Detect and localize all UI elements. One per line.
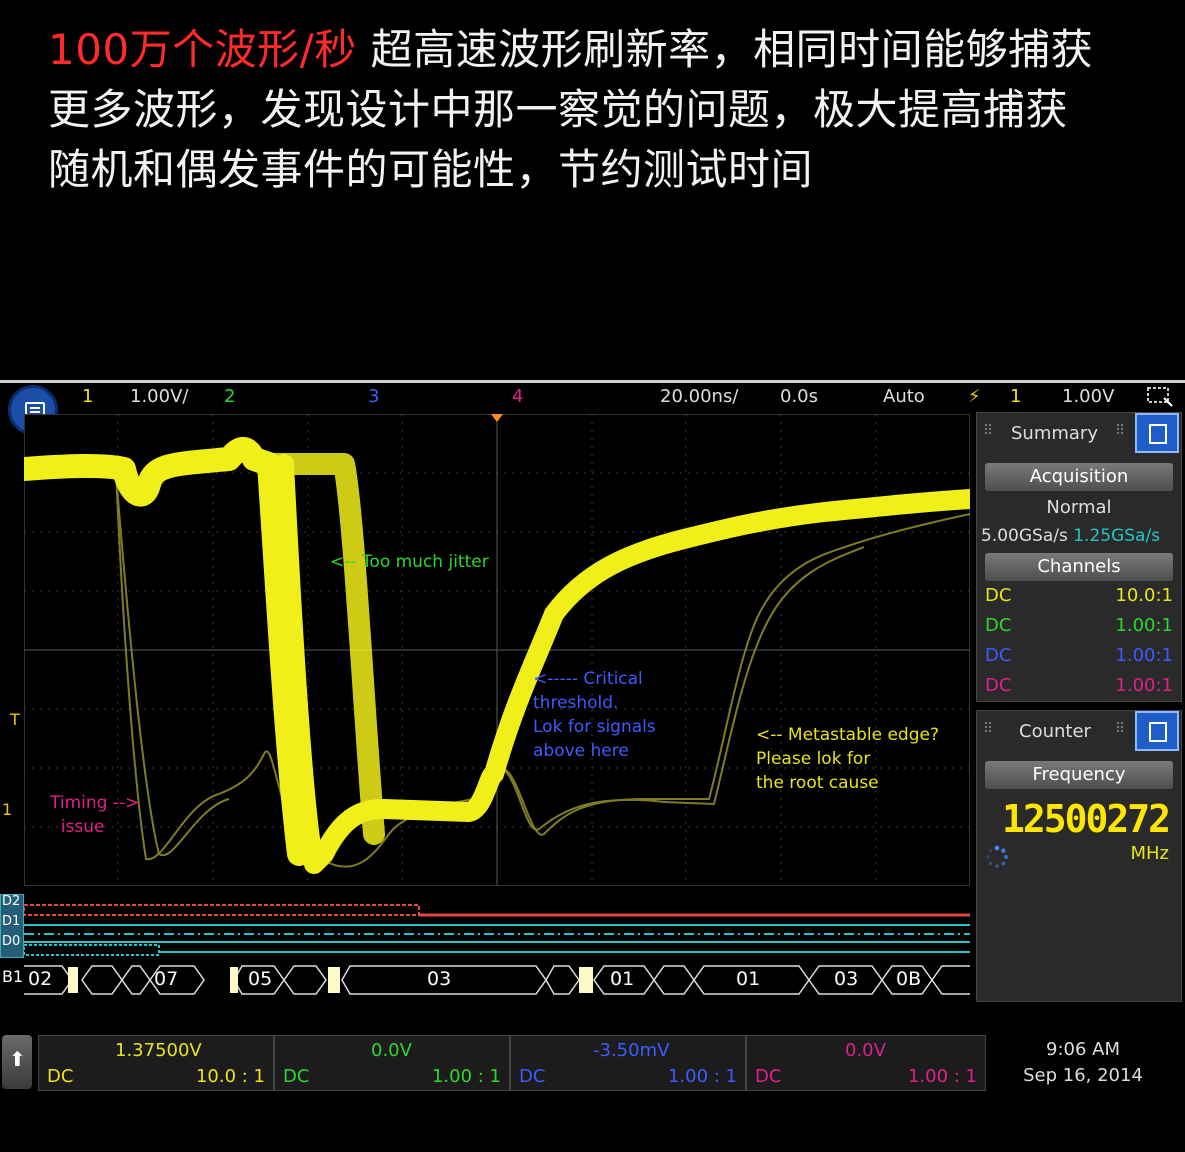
trigger-mode[interactable]: Auto bbox=[883, 386, 925, 407]
channel-probe-ratio: 10.0:1 bbox=[1115, 585, 1173, 606]
menu-icon bbox=[1149, 722, 1167, 742]
horizontal-delay[interactable]: 0.0s bbox=[780, 386, 818, 407]
bus-value: 03 bbox=[834, 968, 859, 990]
channel-coupling: DC bbox=[985, 675, 1012, 696]
waveform-graticule bbox=[24, 414, 970, 886]
channel-probe-ratio: 1.00 : 1 bbox=[667, 1066, 737, 1087]
ch2-settings[interactable]: 0.0V DC 1.00 : 1 bbox=[274, 1035, 510, 1091]
annotation-critical-threshold: <----- Critical threshold. Lok for signa… bbox=[533, 669, 656, 761]
digital-label-d1: D1 bbox=[2, 914, 21, 929]
headline-line-3: 随机和偶发事件的可能性，节约测试时间 bbox=[48, 145, 814, 194]
sample-rate-current: 1.25GSa/s bbox=[1073, 526, 1161, 546]
channel-probe-ratio: 1.00 : 1 bbox=[431, 1066, 501, 1087]
drag-handle-icon[interactable]: ⠿ bbox=[983, 721, 993, 737]
headline: 100万个波形/秒 超高速波形刷新率，相同时间能够捕获 更多波形，发现设计中那一… bbox=[48, 20, 1158, 200]
summary-title: Summary bbox=[1011, 423, 1098, 444]
sample-rate-max: 5.00GSa/s bbox=[981, 526, 1068, 546]
digital-traces bbox=[24, 904, 970, 956]
counter-menu-button[interactable] bbox=[1135, 711, 1179, 751]
bus-value: 0B bbox=[896, 968, 922, 990]
drag-handle-icon[interactable]: ⠿ bbox=[983, 423, 993, 439]
ch1-scale[interactable]: 1.00V/ bbox=[130, 386, 188, 407]
bus-value: 05 bbox=[248, 968, 273, 990]
ch1-settings[interactable]: 1.37500V DC 10.0 : 1 bbox=[38, 1035, 274, 1091]
digital-label-d2: D2 bbox=[2, 894, 21, 909]
channel-offset: -3.50mV bbox=[593, 1040, 670, 1061]
counter-panel: ⠿ Counter ⠿ Frequency 12500272 MHz bbox=[976, 710, 1182, 1002]
trigger-source[interactable]: 1 bbox=[1010, 386, 1021, 407]
ch4-settings[interactable]: 0.0V DC 1.00 : 1 bbox=[746, 1035, 986, 1091]
bus-value: 03 bbox=[427, 968, 452, 990]
counter-title: Counter bbox=[1019, 721, 1091, 742]
channel-probe-ratio: 1.00 : 1 bbox=[907, 1066, 977, 1087]
channel-probe-ratio: 1.00:1 bbox=[1115, 615, 1173, 636]
trigger-level-marker[interactable]: T bbox=[10, 710, 20, 729]
bus-value: 01 bbox=[610, 968, 635, 990]
frequency-unit: MHz bbox=[1130, 843, 1169, 864]
channel-offset: 0.0V bbox=[371, 1040, 412, 1061]
ch4-number[interactable]: 4 bbox=[512, 386, 523, 407]
screen-top-border bbox=[0, 380, 1185, 383]
channel-coupling: DC bbox=[985, 645, 1012, 666]
headline-line-1-text: 超高速波形刷新率，相同时间能够捕获 bbox=[356, 25, 1094, 74]
summary-panel: ⠿ Summary ⠿ Acquisition Normal 5.00GSa/s… bbox=[976, 412, 1182, 702]
timebase-scale[interactable]: 20.00ns/ bbox=[660, 386, 738, 407]
channel-coupling: DC bbox=[47, 1066, 74, 1087]
annotation-jitter: <-- Too much jitter bbox=[330, 552, 489, 572]
ch1-number[interactable]: 1 bbox=[82, 386, 93, 407]
channel-coupling: DC bbox=[755, 1066, 782, 1087]
headline-highlight: 100万个波形/秒 bbox=[48, 25, 357, 74]
expand-panel-button[interactable]: ⬆ bbox=[2, 1035, 32, 1089]
trigger-level[interactable]: 1.00V bbox=[1062, 386, 1114, 407]
arrow-up-icon: ⬆ bbox=[9, 1047, 26, 1071]
frequency-value: 12500272 bbox=[1001, 797, 1171, 841]
ch3-number[interactable]: 3 bbox=[368, 386, 379, 407]
ch2-number[interactable]: 2 bbox=[224, 386, 235, 407]
bus-value: 01 bbox=[736, 968, 761, 990]
headline-line-1: 100万个波形/秒 超高速波形刷新率，相同时间能够捕获 bbox=[48, 20, 1158, 80]
oscilloscope-screen: 1 1.00V/ 2 3 4 20.00ns/ 0.0s Auto ⚡ 1 1.… bbox=[0, 380, 1185, 1100]
drag-handle-icon[interactable]: ⠿ bbox=[1115, 423, 1125, 439]
channel-coupling: DC bbox=[519, 1066, 546, 1087]
ch3-settings[interactable]: -3.50mV DC 1.00 : 1 bbox=[510, 1035, 746, 1091]
annotation-metastable: <-- Metastable edge? Please lok for the … bbox=[756, 725, 939, 793]
channel-coupling: DC bbox=[985, 615, 1012, 636]
trigger-edge-icon: ⚡ bbox=[968, 386, 981, 407]
channel-probe-ratio: 1.00:1 bbox=[1115, 675, 1173, 696]
summary-menu-button[interactable] bbox=[1135, 413, 1179, 453]
channel-offset: 0.0V bbox=[845, 1040, 886, 1061]
headline-line-2: 更多波形，发现设计中那一察觉的问题，极大提高捕获 bbox=[48, 85, 1069, 134]
bus-value: 07 bbox=[154, 968, 179, 990]
drag-handle-icon[interactable]: ⠿ bbox=[1115, 721, 1125, 737]
trigger-position-marker bbox=[491, 414, 503, 422]
channel-probe-ratio: 10.0 : 1 bbox=[195, 1066, 265, 1087]
bus-value: 02 bbox=[28, 968, 53, 990]
ch1-ground-marker[interactable]: 1 bbox=[2, 800, 12, 819]
bus-label[interactable]: B1 bbox=[2, 967, 23, 986]
acquisition-mode: Normal bbox=[1046, 497, 1112, 518]
sample-rate: 5.00GSa/s 1.25GSa/s bbox=[981, 526, 1160, 546]
channel-settings-bar: ⬆ 1.37500V DC 10.0 : 1 0.0V DC 1.00 : 1 … bbox=[0, 1035, 1185, 1095]
frequency-button[interactable]: Frequency bbox=[985, 761, 1173, 789]
annotation-timing-issue: Timing --> issue bbox=[50, 793, 140, 837]
acquisition-button[interactable]: Acquisition bbox=[985, 463, 1173, 491]
channel-offset: 1.37500V bbox=[115, 1040, 202, 1061]
digital-label-d0: D0 bbox=[2, 934, 21, 949]
clock-date: Sep 16, 2014 bbox=[1023, 1065, 1143, 1086]
channels-button[interactable]: Channels bbox=[985, 553, 1173, 581]
channel-coupling: DC bbox=[283, 1066, 310, 1087]
channel-coupling: DC bbox=[985, 585, 1012, 606]
channel-probe-ratio: 1.00:1 bbox=[1115, 645, 1173, 666]
menu-icon bbox=[1149, 424, 1167, 444]
clock-time: 9:06 AM bbox=[1046, 1039, 1120, 1060]
loading-spinner-icon bbox=[986, 845, 1008, 868]
window-resize-icon[interactable] bbox=[1146, 386, 1174, 408]
